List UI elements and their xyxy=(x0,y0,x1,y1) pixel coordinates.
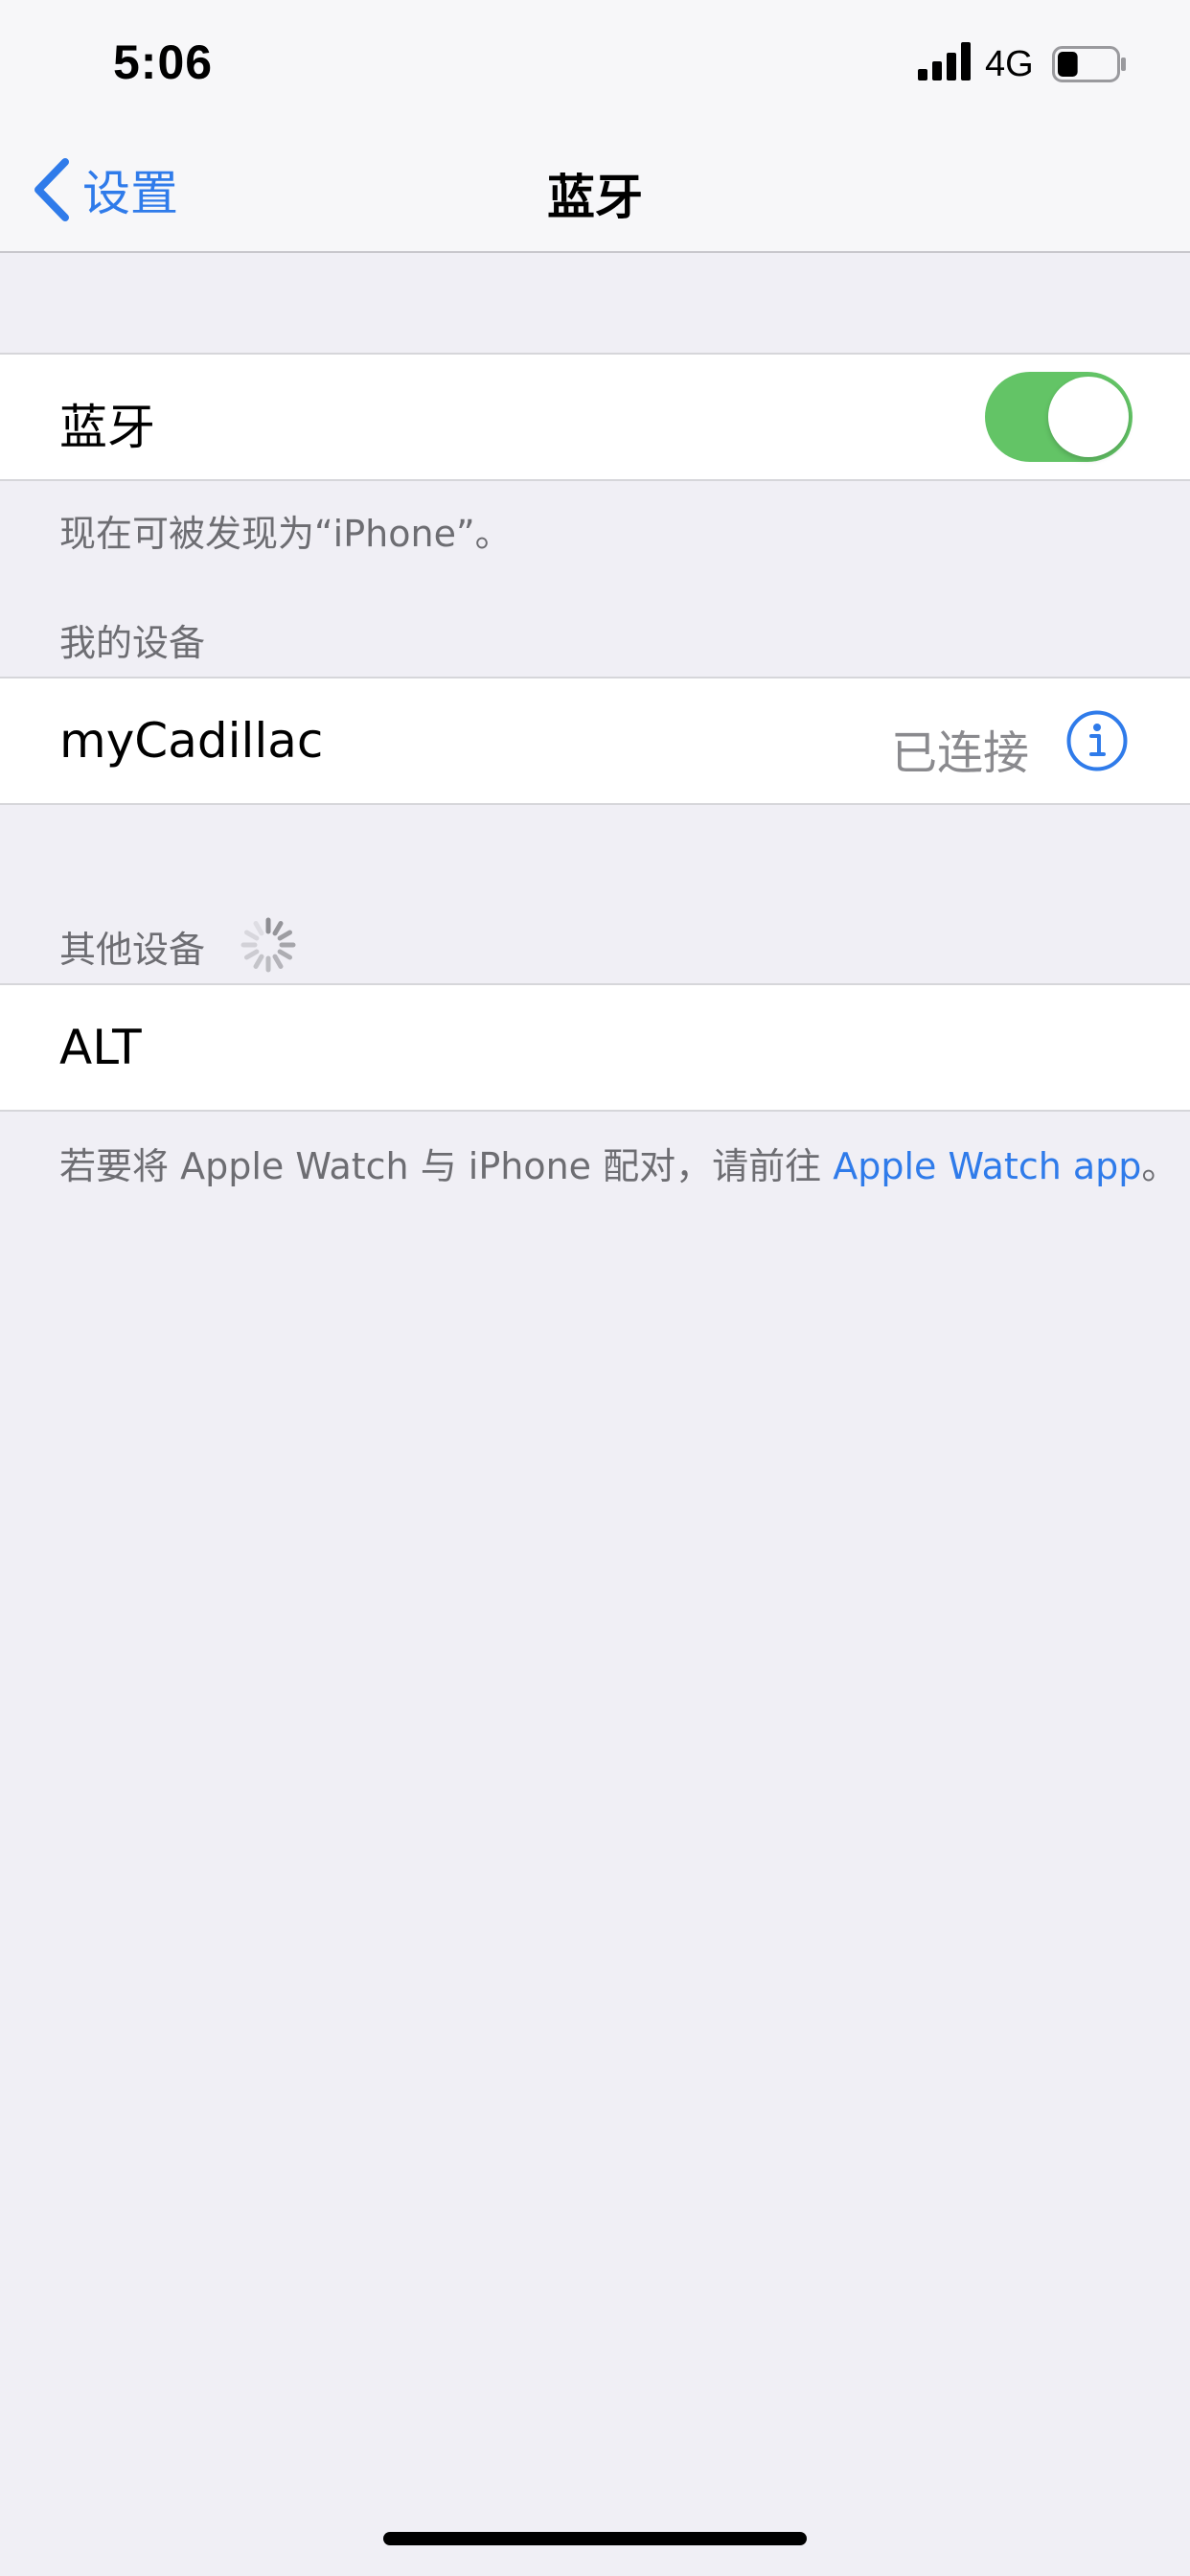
other-devices-header: 其他设备 xyxy=(59,929,206,971)
battery-icon xyxy=(1052,46,1126,82)
home-indicator[interactable] xyxy=(383,2532,807,2545)
device-row-mycadillac[interactable]: myCadillac 已连接 xyxy=(0,677,1190,805)
status-time: 5:06 xyxy=(113,35,214,89)
page-title: 蓝牙 xyxy=(547,170,643,225)
network-type: 4G xyxy=(985,44,1034,84)
connection-status: 已连接 xyxy=(891,726,1030,780)
status-bar: 5:06 4G xyxy=(0,0,1190,126)
discoverable-note: 现在可被发现为“iPhone”。 xyxy=(59,513,512,555)
toggle-knob xyxy=(1048,377,1129,457)
battery-level-fill xyxy=(1058,52,1078,77)
bluetooth-toggle-cell: 蓝牙 xyxy=(0,353,1190,481)
device-row-alt[interactable]: ALT xyxy=(0,983,1190,1112)
loading-spinner-icon xyxy=(240,917,296,973)
apple-watch-footer: 若要将 Apple Watch 与 iPhone 配对，请前往 Apple Wa… xyxy=(59,1137,1178,1189)
footer-text: 若要将 Apple Watch 与 iPhone 配对，请前往 xyxy=(59,1145,834,1187)
cellular-signal-icon xyxy=(918,42,971,80)
device-name: myCadillac xyxy=(59,713,324,769)
apple-watch-app-link[interactable]: Apple Watch app xyxy=(833,1145,1141,1187)
navigation-bar: 设置 蓝牙 xyxy=(0,126,1190,253)
info-icon[interactable] xyxy=(1065,709,1129,772)
device-name: ALT xyxy=(59,1020,142,1075)
footer-suffix: 。 xyxy=(1141,1145,1179,1187)
bluetooth-label: 蓝牙 xyxy=(59,400,155,455)
bluetooth-toggle[interactable] xyxy=(985,372,1133,462)
my-devices-header: 我的设备 xyxy=(59,622,206,664)
